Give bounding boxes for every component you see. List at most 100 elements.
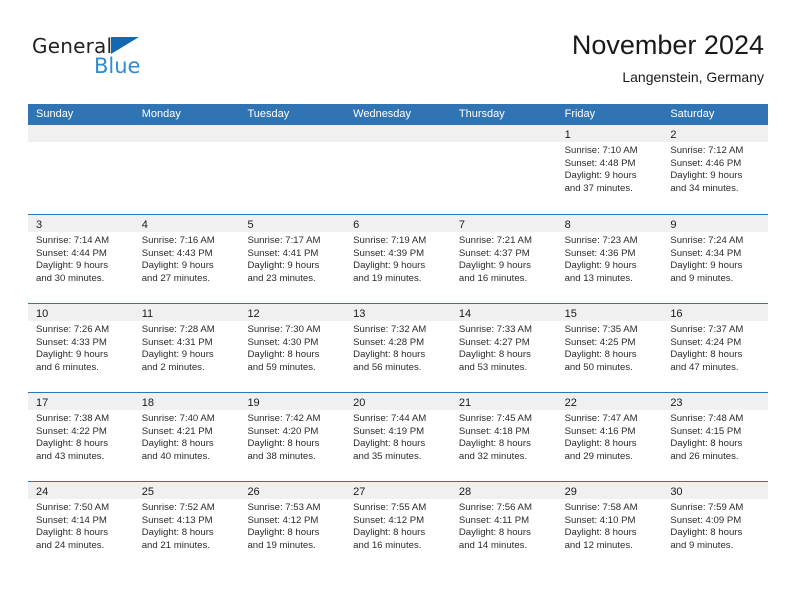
day-number: 6: [353, 219, 360, 231]
day-number: 3: [36, 219, 43, 231]
calendar-week-row: 10 Sunrise: 7:26 AM Sunset: 4:33 PM Dayligh…: [28, 303, 769, 392]
day-number: 29: [564, 486, 577, 498]
calendar-day-cell[interactable]: 22 Sunrise: 7:47 AM Sunset: 4:16 PM Dayligh…: [556, 393, 663, 481]
calendar-day-cell[interactable]: 30 Sunrise: 7:59 AM Sunset: 4:09 PM Dayligh…: [662, 482, 769, 570]
daylight-duration-line2: and 40 minutes.: [141, 450, 210, 462]
daylight-duration-line1: Daylight: 9 hours: [141, 349, 214, 361]
day-number-band: [133, 125, 240, 142]
day-number-band: 28: [450, 482, 557, 499]
calendar-day-cell[interactable]: 15 Sunrise: 7:35 AM Sunset: 4:25 PM Dayligh…: [556, 304, 663, 392]
calendar-day-cell[interactable]: 27 Sunrise: 7:55 AM Sunset: 4:12 PM Dayligh…: [345, 482, 451, 570]
daylight-duration-line1: Daylight: 8 hours: [458, 527, 531, 539]
calendar-day-cell[interactable]: 24 Sunrise: 7:50 AM Sunset: 4:14 PM Dayligh…: [28, 482, 134, 570]
daylight-duration-line2: and 59 minutes.: [247, 361, 316, 373]
sun-info: Sunrise: 7:23 AM Sunset: 4:36 PM Daylight:…: [557, 232, 663, 285]
page-header: General Blue November 2024 Langenstein, …: [28, 28, 764, 98]
sunrise-time: Sunrise: 7:17 AM: [247, 235, 321, 246]
day-number-band: 8: [556, 215, 663, 232]
day-number: 9: [670, 219, 677, 231]
daylight-duration-line2: and 16 minutes.: [353, 539, 422, 551]
daylight-duration-line1: Daylight: 8 hours: [141, 438, 214, 450]
day-number: 22: [564, 397, 577, 409]
calendar-day-cell[interactable]: 8 Sunrise: 7:23 AM Sunset: 4:36 PM Daylight…: [556, 215, 663, 303]
day-number-band: 20: [345, 393, 451, 410]
sunset-time: Sunset: 4:33 PM: [36, 336, 107, 348]
calendar-day-cell[interactable]: 2 Sunrise: 7:12 AM Sunset: 4:46 PM Daylight…: [662, 125, 769, 214]
sunrise-time: Sunrise: 7:30 AM: [247, 324, 321, 335]
sun-info: Sunrise: 7:53 AM Sunset: 4:12 PM Daylight:…: [239, 499, 345, 552]
sun-info: Sunrise: 7:47 AM Sunset: 4:16 PM Daylight:…: [557, 410, 663, 463]
daylight-duration-line1: Daylight: 9 hours: [36, 260, 108, 272]
daylight-duration-line1: Daylight: 8 hours: [458, 438, 531, 450]
weekday-header-tuesday: Tuesday: [247, 108, 290, 120]
calendar-day-cell[interactable]: 3 Sunrise: 7:14 AM Sunset: 4:44 PM Daylight…: [28, 215, 134, 303]
sun-info: Sunrise: 7:58 AM Sunset: 4:10 PM Daylight:…: [557, 499, 663, 552]
calendar-day-cell[interactable]: 7 Sunrise: 7:21 AM Sunset: 4:37 PM Daylight…: [450, 215, 557, 303]
sunset-time: Sunset: 4:24 PM: [670, 336, 742, 348]
daylight-duration-line1: Daylight: 9 hours: [564, 170, 637, 182]
calendar-day-cell[interactable]: 25 Sunrise: 7:52 AM Sunset: 4:13 PM Dayligh…: [133, 482, 240, 570]
daylight-duration-line1: Daylight: 8 hours: [564, 349, 637, 361]
sunrise-time: Sunrise: 7:55 AM: [353, 502, 427, 513]
calendar-day-cell[interactable]: 13 Sunrise: 7:32 AM Sunset: 4:28 PM Dayligh…: [345, 304, 451, 392]
day-number: 23: [670, 397, 683, 409]
daylight-duration-line2: and 19 minutes.: [353, 272, 422, 284]
calendar-day-cell[interactable]: 14 Sunrise: 7:33 AM Sunset: 4:27 PM Dayligh…: [450, 304, 557, 392]
sunset-time: Sunset: 4:21 PM: [141, 425, 213, 437]
calendar-day-cell[interactable]: 18 Sunrise: 7:40 AM Sunset: 4:21 PM Dayligh…: [133, 393, 240, 481]
general-blue-logo[interactable]: General Blue: [32, 34, 212, 90]
page-title: November 2024: [571, 30, 764, 60]
sun-info: Sunrise: 7:28 AM Sunset: 4:31 PM Daylight:…: [134, 321, 240, 374]
day-number-band: 4: [133, 215, 240, 232]
calendar-grid: Sunday Monday Tuesday Wednesday Thursday Frid…: [28, 104, 769, 570]
calendar-empty-cell: [133, 125, 240, 214]
day-number-band: 14: [450, 304, 557, 321]
sun-info: Sunrise: 7:26 AM Sunset: 4:33 PM Daylight:…: [28, 321, 134, 374]
calendar-day-cell[interactable]: 4 Sunrise: 7:16 AM Sunset: 4:43 PM Daylight…: [133, 215, 240, 303]
day-number: 7: [458, 219, 465, 231]
day-number-band: 25: [133, 482, 240, 499]
daylight-duration-line1: Daylight: 8 hours: [670, 438, 743, 450]
calendar-day-cell[interactable]: 17 Sunrise: 7:38 AM Sunset: 4:22 PM Dayligh…: [28, 393, 134, 481]
daylight-duration-line2: and 26 minutes.: [670, 450, 739, 462]
calendar-day-cell[interactable]: 10 Sunrise: 7:26 AM Sunset: 4:33 PM Dayligh…: [28, 304, 134, 392]
day-number-band: 24: [28, 482, 134, 499]
sunset-time: Sunset: 4:27 PM: [458, 336, 530, 348]
calendar-week-row: 17 Sunrise: 7:38 AM Sunset: 4:22 PM Dayligh…: [28, 392, 769, 481]
sunset-time: Sunset: 4:15 PM: [670, 425, 742, 437]
day-number-band: 30: [662, 482, 769, 499]
calendar-day-cell[interactable]: 1 Sunrise: 7:10 AM Sunset: 4:48 PM Daylight…: [556, 125, 663, 214]
calendar-week-row: 24 Sunrise: 7:50 AM Sunset: 4:14 PM Dayligh…: [28, 481, 769, 570]
calendar-day-cell[interactable]: 28 Sunrise: 7:56 AM Sunset: 4:11 PM Dayligh…: [450, 482, 557, 570]
sunset-time: Sunset: 4:37 PM: [458, 247, 530, 259]
calendar-day-cell[interactable]: 23 Sunrise: 7:48 AM Sunset: 4:15 PM Dayligh…: [662, 393, 769, 481]
calendar-day-cell[interactable]: 21 Sunrise: 7:45 AM Sunset: 4:18 PM Dayligh…: [450, 393, 557, 481]
calendar-day-cell[interactable]: 26 Sunrise: 7:53 AM Sunset: 4:12 PM Dayligh…: [239, 482, 346, 570]
sunrise-time: Sunrise: 7:52 AM: [141, 502, 215, 513]
calendar-day-cell[interactable]: 11 Sunrise: 7:28 AM Sunset: 4:31 PM Dayligh…: [133, 304, 240, 392]
calendar-day-cell[interactable]: 29 Sunrise: 7:58 AM Sunset: 4:10 PM Dayligh…: [556, 482, 663, 570]
calendar-day-cell[interactable]: 16 Sunrise: 7:37 AM Sunset: 4:24 PM Dayligh…: [662, 304, 769, 392]
sun-info: Sunrise: 7:19 AM Sunset: 4:39 PM Daylight:…: [345, 232, 451, 285]
calendar-day-cell[interactable]: 5 Sunrise: 7:17 AM Sunset: 4:41 PM Daylight…: [239, 215, 346, 303]
calendar-day-cell[interactable]: 20 Sunrise: 7:44 AM Sunset: 4:19 PM Dayligh…: [345, 393, 451, 481]
calendar-day-cell[interactable]: 6 Sunrise: 7:19 AM Sunset: 4:39 PM Daylight…: [345, 215, 451, 303]
calendar-day-cell[interactable]: 19 Sunrise: 7:42 AM Sunset: 4:20 PM Dayligh…: [239, 393, 346, 481]
daylight-duration-line1: Daylight: 8 hours: [353, 438, 426, 450]
calendar-day-cell[interactable]: 9 Sunrise: 7:24 AM Sunset: 4:34 PM Daylight…: [662, 215, 769, 303]
daylight-duration-line1: Daylight: 8 hours: [247, 438, 320, 450]
logo-text-blue: Blue: [94, 54, 141, 78]
daylight-duration-line1: Daylight: 8 hours: [141, 527, 214, 539]
daylight-duration-line2: and 23 minutes.: [247, 272, 316, 284]
day-number-band: 1: [556, 125, 663, 142]
sunset-time: Sunset: 4:14 PM: [36, 514, 107, 526]
daylight-duration-line2: and 32 minutes.: [458, 450, 528, 462]
calendar-day-cell[interactable]: 12 Sunrise: 7:30 AM Sunset: 4:30 PM Dayligh…: [239, 304, 346, 392]
day-number-band: 16: [662, 304, 769, 321]
sunrise-time: Sunrise: 7:10 AM: [564, 145, 638, 156]
day-number: 1: [564, 129, 571, 141]
daylight-duration-line2: and 30 minutes.: [36, 272, 105, 284]
daylight-duration-line2: and 6 minutes.: [36, 361, 99, 373]
sunset-time: Sunset: 4:44 PM: [36, 247, 107, 259]
daylight-duration-line2: and 56 minutes.: [353, 361, 422, 373]
